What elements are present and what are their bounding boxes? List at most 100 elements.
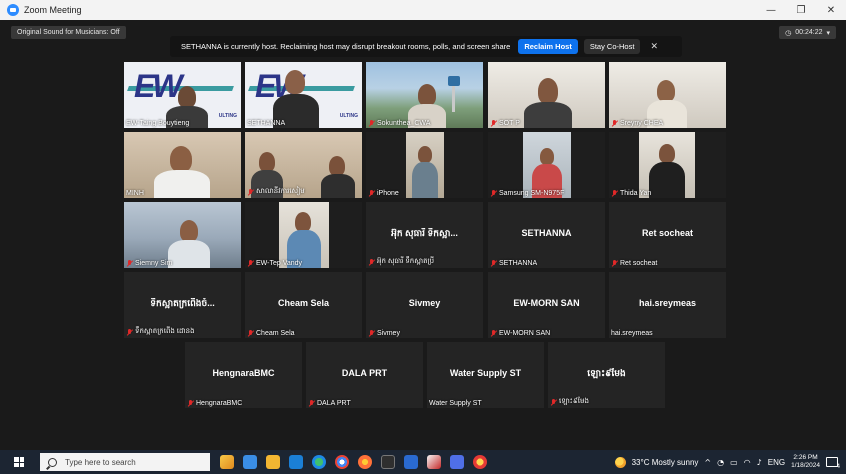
video-feed	[366, 132, 483, 198]
mic-muted-icon	[126, 328, 133, 336]
participant-tile[interactable]: MINH	[124, 132, 241, 198]
participant-tile[interactable]: hai.sreymeas hai.sreymeas	[609, 272, 726, 338]
chrome-browser-icon[interactable]	[335, 455, 349, 469]
mic-muted-icon	[368, 258, 375, 266]
video-feed	[609, 132, 726, 198]
zoom-taskbar-icon[interactable]	[450, 455, 464, 469]
participant-tile[interactable]: EW-Tep Vandy	[245, 202, 362, 268]
wifi-icon[interactable]: ◠	[744, 458, 751, 467]
participant-body	[524, 102, 572, 128]
participant-face	[418, 84, 436, 106]
participant-name: Siemny Sim	[126, 260, 172, 267]
participant-tile[interactable]: Siemny Sim	[124, 202, 241, 268]
participant-display-name: DALA PRT	[341, 368, 388, 378]
volume-icon[interactable]: ♪	[757, 458, 762, 467]
media-app-icon[interactable]	[473, 455, 487, 469]
participant-body	[168, 240, 210, 268]
network-icon[interactable]: ◔	[717, 458, 724, 467]
video-feed	[245, 202, 362, 268]
mail-icon[interactable]	[289, 455, 303, 469]
participant-display-name: ទឹកស្អាតក្រពើងចំ...	[150, 298, 215, 308]
file-explorer-icon[interactable]	[266, 455, 280, 469]
participant-tile[interactable]: Water Supply ST Water Supply ST	[427, 342, 544, 408]
participant-face	[180, 220, 198, 242]
store-icon[interactable]	[404, 455, 418, 469]
chevron-down-icon: ▾	[826, 29, 830, 37]
participant-tile[interactable]: Sreyny CHEA	[609, 62, 726, 128]
weather-sun-icon	[614, 456, 626, 468]
notification-count: 4	[836, 464, 840, 470]
participant-name: Ret socheat	[611, 260, 657, 267]
terminal-icon[interactable]	[381, 455, 395, 469]
participant-display-name: HengnaraBMC	[212, 368, 275, 378]
meeting-gallery: Original Sound for Musicians: Off ◷ 00:2…	[0, 20, 846, 450]
participant-display-name: ឡោះ៩មែង	[587, 368, 626, 378]
video-feed	[488, 132, 605, 198]
battery-icon[interactable]: ▭	[730, 458, 738, 467]
participant-display-name: Ret socheat	[641, 228, 694, 238]
taskbar-search-input[interactable]: Type here to search	[40, 453, 210, 471]
participant-tile[interactable]: DALA PRT DALA PRT	[306, 342, 423, 408]
timer-label: 00:24:22	[795, 29, 823, 36]
participant-tile[interactable]: អ៊ុក សុធារី ទឹកស្អា... អ៊ុក សុធារី ទឹកស្…	[366, 202, 483, 268]
edge-browser-icon[interactable]	[312, 455, 326, 469]
participant-tile[interactable]: ឡោះ៩មែង ឡោះ៩មែង	[548, 342, 665, 408]
participant-tile[interactable]: សាលានីវការសៀម	[245, 132, 362, 198]
participant-tile[interactable]: Cheam Sela Cheam Sela	[245, 272, 362, 338]
meeting-timer[interactable]: ◷ 00:24:22 ▾	[779, 26, 836, 39]
notification-icon[interactable]: 4	[826, 457, 840, 470]
participant-name: អ៊ុក សុធារី ទឹកស្អាតប្រី	[368, 257, 434, 267]
participant-tile[interactable]: Ret socheat Ret socheat	[609, 202, 726, 268]
mic-muted-icon	[247, 188, 254, 196]
window-controls: — ❐ ✕	[756, 0, 846, 20]
weather-text[interactable]: 33°C Mostly sunny	[632, 458, 699, 467]
participant-tile[interactable]: Sokunthea_CWA	[366, 62, 483, 128]
task-view-icon[interactable]	[243, 455, 257, 469]
participant-name: SOT P	[490, 120, 520, 127]
chevron-up-icon[interactable]: ^	[704, 458, 711, 467]
windows-start-icon[interactable]	[14, 457, 24, 467]
participant-display-name: Water Supply ST	[449, 368, 522, 378]
participant-face	[178, 86, 196, 108]
participant-tile[interactable]: Samsung SM-N975F	[488, 132, 605, 198]
taskbar-clock[interactable]: 2:26 PM 1/18/2024	[791, 454, 820, 470]
restore-button[interactable]: ❐	[786, 0, 816, 20]
video-feed: EW ULTING	[124, 62, 241, 128]
firefox-browser-icon[interactable]	[358, 455, 372, 469]
participant-face	[657, 80, 675, 102]
participant-display-name: អ៊ុក សុធារី ទឹកស្អា...	[391, 228, 458, 238]
stay-cohost-button[interactable]: Stay Co-Host	[583, 39, 641, 54]
reclaim-host-button[interactable]: Reclaim Host	[518, 39, 578, 54]
close-button[interactable]: ✕	[816, 0, 846, 20]
mic-muted-icon	[126, 260, 133, 267]
participant-name: Water Supply ST	[429, 400, 482, 407]
pen-app-icon[interactable]	[427, 455, 441, 469]
participant-name: DALA PRT	[308, 400, 351, 407]
participant-tile[interactable]: ទឹកស្អាតក្រពើងចំ... ទឹកស្អាតក្រពើង ដោនង	[124, 272, 241, 338]
original-sound-button[interactable]: Original Sound for Musicians: Off	[11, 26, 126, 39]
logo-subtitle: ULTING	[218, 113, 237, 119]
participant-tile[interactable]: EW-MORN SAN EW-MORN SAN	[488, 272, 605, 338]
language-indicator[interactable]: ENG	[768, 458, 785, 467]
participant-tile[interactable]: SETHANNA SETHANNA	[488, 202, 605, 268]
video-feed	[124, 202, 241, 268]
minimize-button[interactable]: —	[756, 0, 786, 20]
window-title: Zoom Meeting	[24, 5, 82, 15]
participant-tile[interactable]: Thida Yan	[609, 132, 726, 198]
participant-tile[interactable]: HengnaraBMC HengnaraBMC	[185, 342, 302, 408]
widgets-icon[interactable]	[220, 455, 234, 469]
close-icon[interactable]: ✕	[650, 41, 658, 52]
participant-face	[259, 152, 275, 172]
mic-muted-icon	[187, 400, 194, 407]
participant-tile[interactable]: iPhone	[366, 132, 483, 198]
participant-name: MINH	[126, 190, 144, 197]
participant-tile[interactable]: EW ULTING SETHANNA	[245, 62, 362, 128]
participant-tile[interactable]: SOT P	[488, 62, 605, 128]
participant-face	[295, 212, 311, 232]
participant-tile[interactable]: Sivmey Sivmey	[366, 272, 483, 338]
mic-muted-icon	[247, 260, 254, 267]
participant-name: SETHANNA	[247, 120, 286, 127]
participant-tile[interactable]: EW ULTING EW-Taing Bouytieng	[124, 62, 241, 128]
window-titlebar: Zoom Meeting — ❐ ✕	[0, 0, 846, 20]
banner-message: SETHANNA is currently host. Reclaiming h…	[181, 42, 511, 51]
